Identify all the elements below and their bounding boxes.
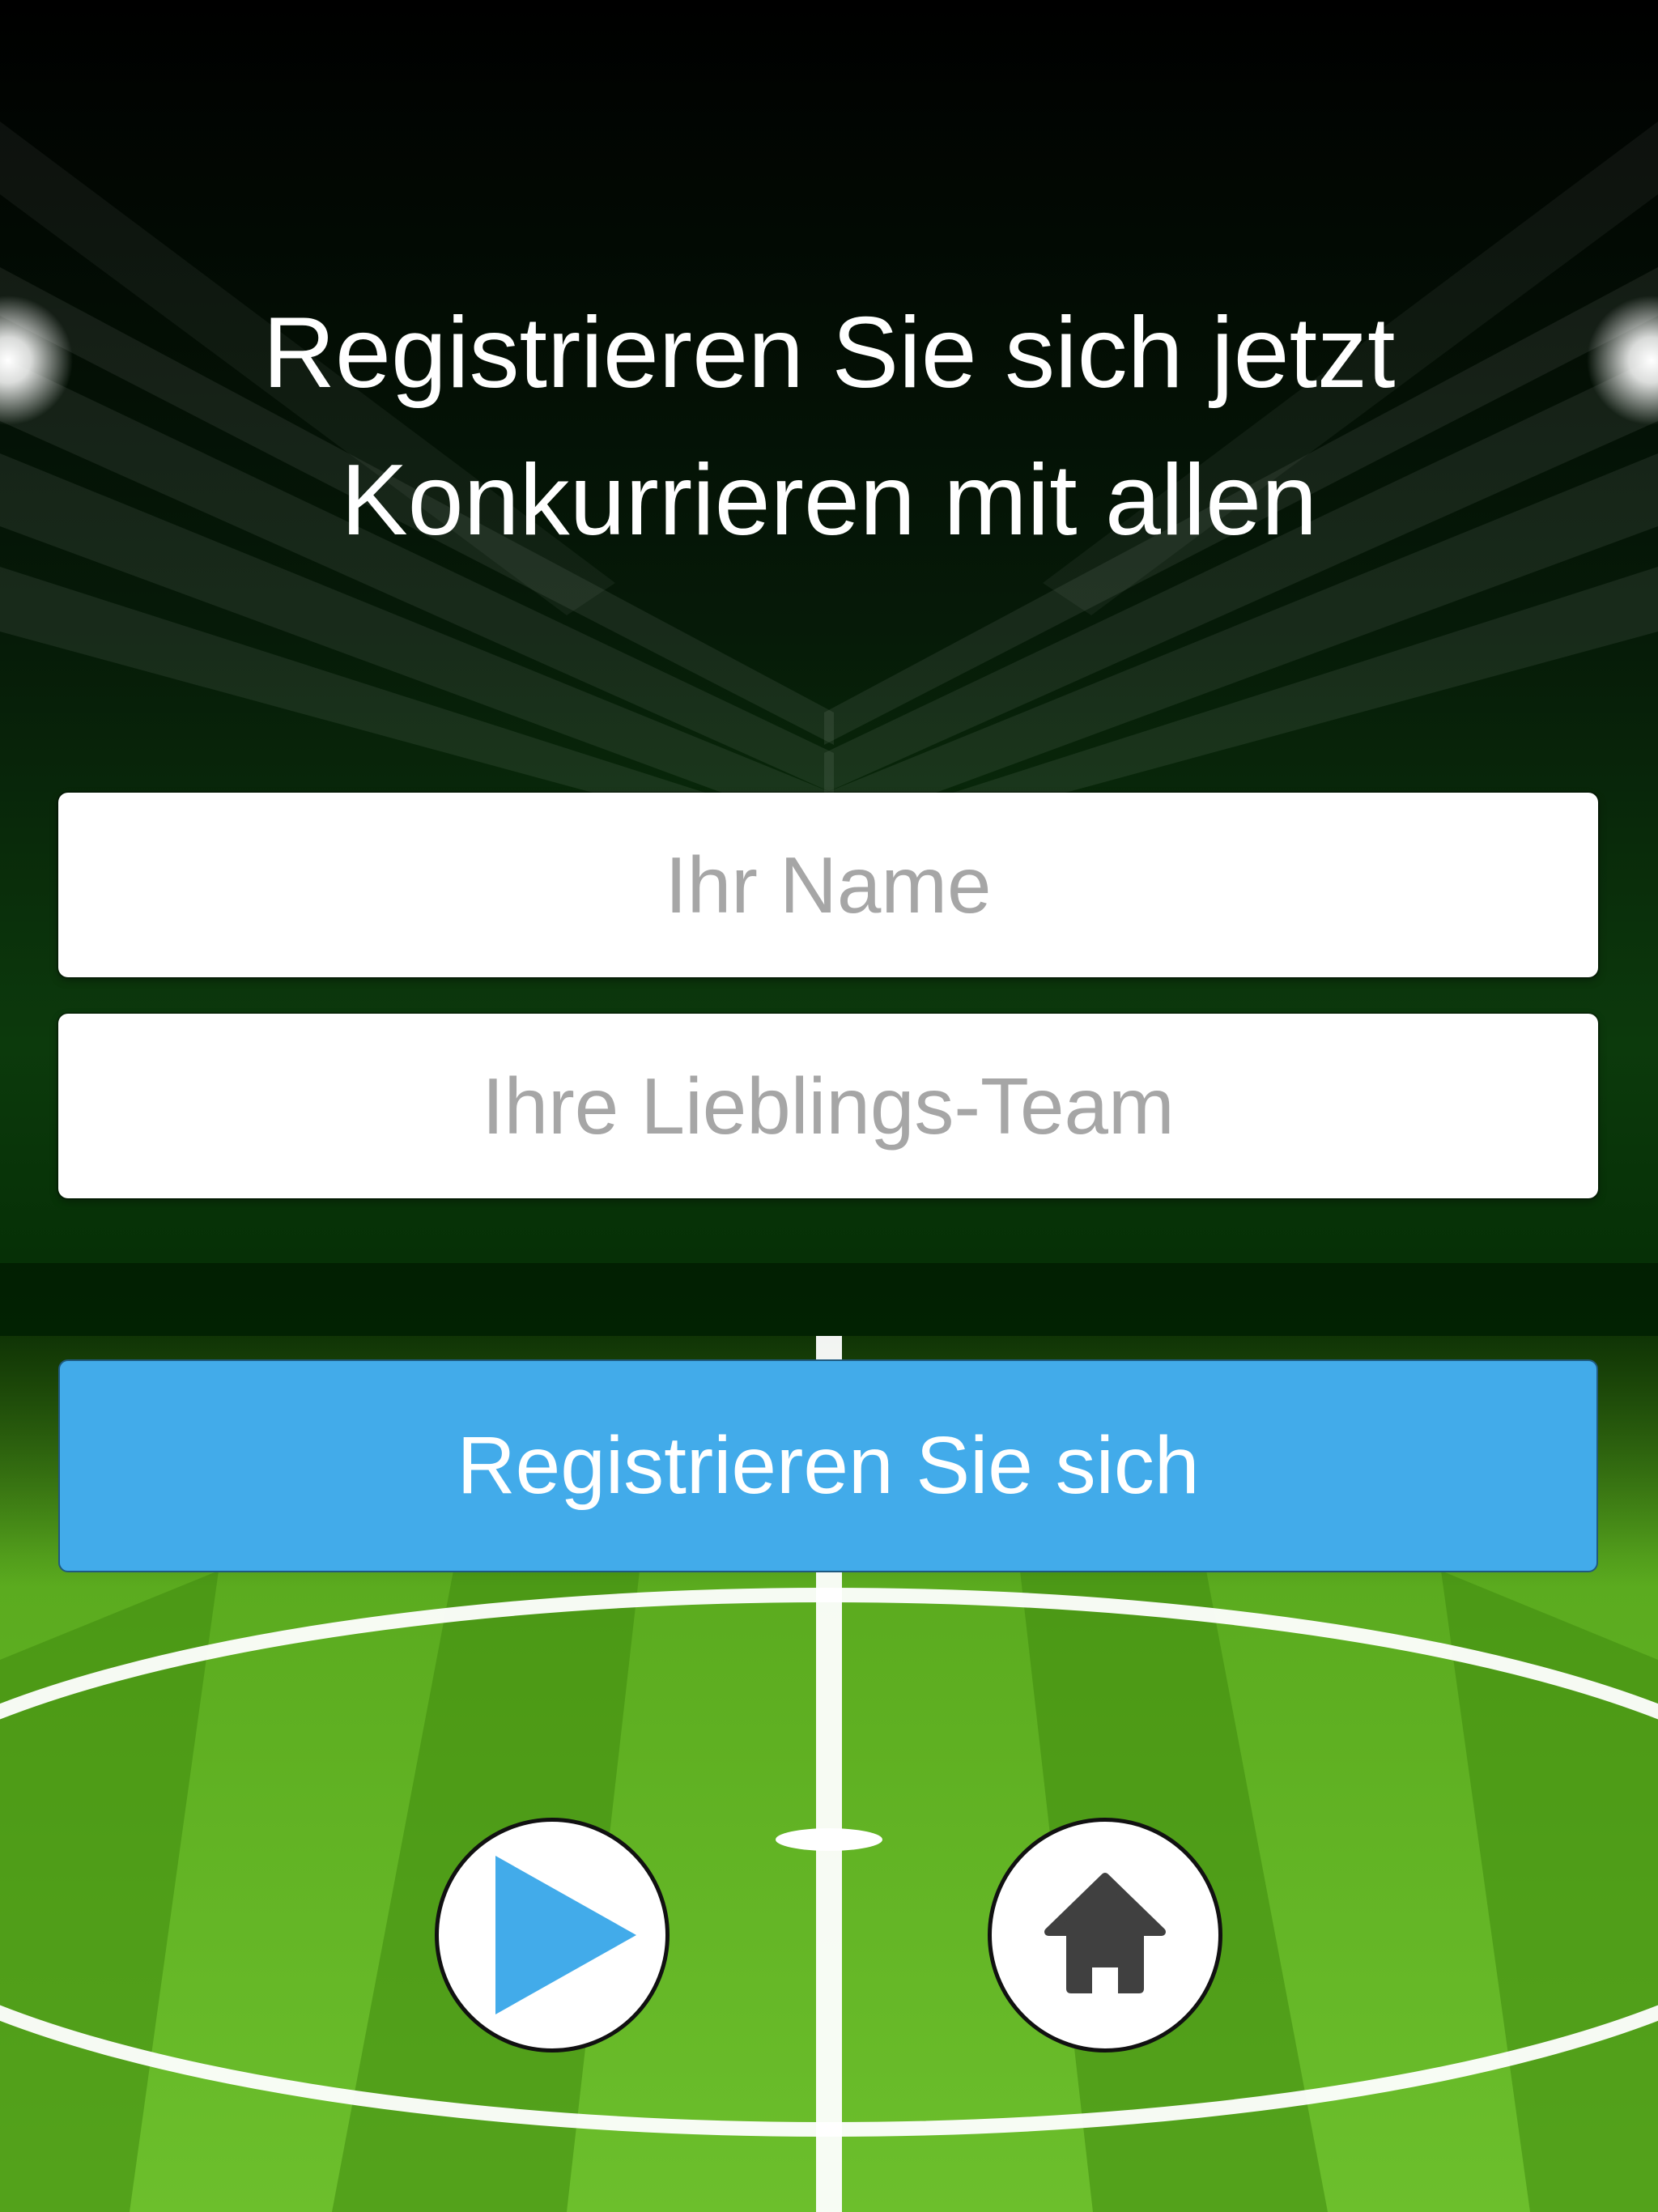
headline-compete: Konkurrieren mit allen bbox=[340, 445, 1318, 556]
home-icon bbox=[1044, 1873, 1166, 1993]
name-input[interactable] bbox=[58, 793, 1598, 977]
play-button[interactable] bbox=[435, 1818, 670, 2052]
play-icon bbox=[495, 1856, 636, 2014]
name-field[interactable] bbox=[58, 793, 1598, 977]
team-field[interactable] bbox=[58, 1014, 1598, 1198]
home-button[interactable] bbox=[988, 1818, 1222, 2052]
register-button[interactable]: Registrieren Sie sich bbox=[58, 1359, 1598, 1572]
favorite-team-input[interactable] bbox=[58, 1014, 1598, 1198]
headline-register-now: Registrieren Sie sich jetzt bbox=[262, 297, 1396, 409]
